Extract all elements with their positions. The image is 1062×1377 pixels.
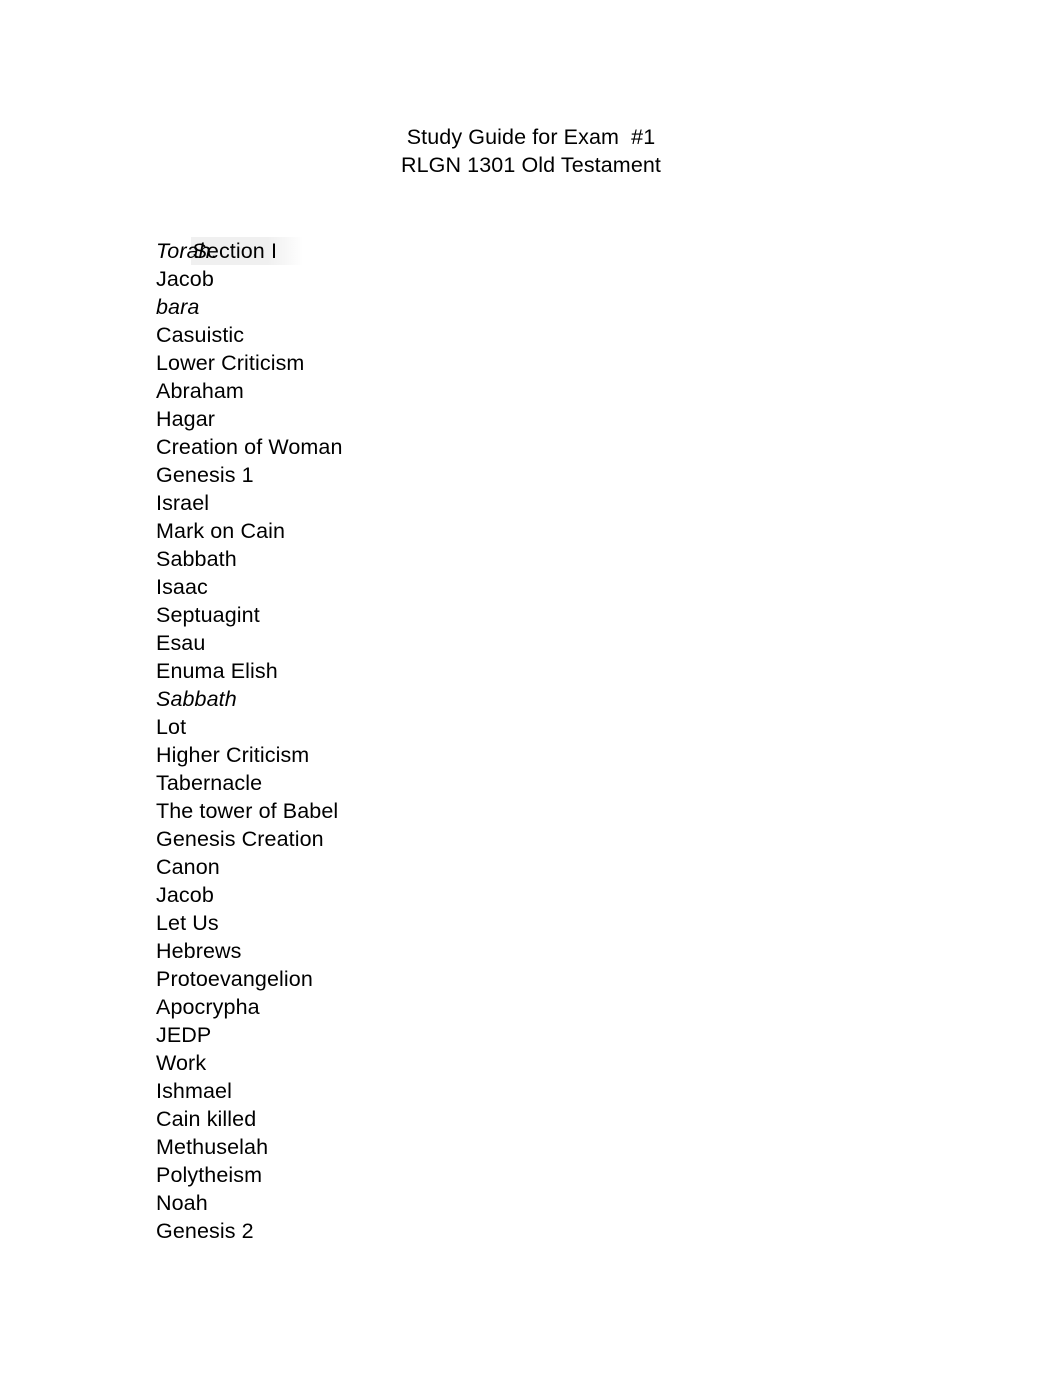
term-list-item: Protoevangelion — [156, 965, 856, 993]
term-rows-container: Torah. Jacob bara Casuistic Lower Criticism A… — [156, 237, 856, 1245]
section-heading-row: Section I — [156, 209, 856, 265]
term-label: Abraham — [156, 379, 244, 403]
term-list-item: Septuagint — [156, 601, 856, 629]
term-label: Apocrypha — [156, 995, 260, 1019]
term-label: Jacob — [156, 267, 214, 291]
term-list-item: Creation of Woman — [156, 433, 856, 461]
term-label: Genesis 2 — [156, 1219, 254, 1243]
term-list-item: Genesis 1 — [156, 461, 856, 489]
term-list-item: Let Us — [156, 909, 856, 937]
term-list-item: Casuistic — [156, 321, 856, 349]
term-list-item: Noah — [156, 1189, 856, 1217]
term-label: Creation of Woman — [156, 435, 343, 459]
term-label: Ishmael — [156, 1079, 232, 1103]
term-list-item: Methuselah — [156, 1133, 856, 1161]
term-list-item: Polytheism — [156, 1161, 856, 1189]
term-label: Hebrews — [156, 939, 242, 963]
term-list-item: Apocrypha — [156, 993, 856, 1021]
term-label: Noah — [156, 1191, 208, 1215]
term-label: Esau — [156, 631, 206, 655]
term-label: bara — [156, 295, 200, 319]
term-label: Higher Criticism — [156, 743, 310, 767]
term-list-item: Enuma Elish — [156, 657, 856, 685]
term-label: Genesis Creation — [156, 827, 324, 851]
term-list-item: Mark on Cain — [156, 517, 856, 545]
term-list-item: Lower Criticism — [156, 349, 856, 377]
term-label: Jacob — [156, 883, 214, 907]
term-label: Septuagint — [156, 603, 260, 627]
term-list-item: Cain killed — [156, 1105, 856, 1133]
term-list-item: Jacob — [156, 265, 856, 293]
term-list-item: Work — [156, 1049, 856, 1077]
term-label: Casuistic — [156, 323, 245, 347]
term-list-item: Genesis Creation — [156, 825, 856, 853]
term-label: The tower of Babel — [156, 799, 339, 823]
page-title-line-2: RLGN 1301 Old Testament — [400, 153, 662, 177]
term-label: Hagar — [156, 407, 216, 431]
term-label: Lower Criticism — [156, 351, 305, 375]
term-list-item: Ishmael — [156, 1077, 856, 1105]
term-label: Genesis 1 — [156, 463, 254, 487]
term-label: Lot — [156, 715, 187, 739]
term-label: Isaac — [156, 575, 208, 599]
term-label: Torah — [156, 239, 211, 263]
term-label: Canon — [156, 855, 220, 879]
term-list-item: Higher Criticism — [156, 741, 856, 769]
term-list-item: Hebrews — [156, 937, 856, 965]
page-title-line-1: Study Guide for Exam #1 — [406, 125, 656, 149]
document-title-block: Study Guide for Exam #1 RLGN 1301 Old Te… — [0, 123, 1062, 179]
term-label: Methuselah — [156, 1135, 269, 1159]
term-label: Sabbath — [156, 547, 237, 571]
term-list-item: Tabernacle — [156, 769, 856, 797]
term-label: Mark on Cain — [156, 519, 286, 543]
term-label: Enuma Elish — [156, 659, 278, 683]
term-list-item: The tower of Babel — [156, 797, 856, 825]
term-label: Israel — [156, 491, 210, 515]
term-list-item: bara — [156, 293, 856, 321]
term-list-item: Sabbath — [156, 545, 856, 573]
term-list-item: JEDP — [156, 1021, 856, 1049]
term-list-item: Israel — [156, 489, 856, 517]
term-label: Sabbath — [156, 687, 237, 711]
study-term-list: Section I Torah. Jacob bara Casuistic Lower … — [156, 209, 856, 1245]
term-label: Tabernacle — [156, 771, 263, 795]
term-list-item: Isaac — [156, 573, 856, 601]
term-label: JEDP — [156, 1023, 212, 1047]
document-page: Study Guide for Exam #1 RLGN 1301 Old Te… — [0, 0, 1062, 1377]
term-label: Let Us — [156, 911, 219, 935]
term-list-item: Abraham — [156, 377, 856, 405]
term-label: Polytheism — [156, 1163, 263, 1187]
term-list-item: Genesis 2 — [156, 1217, 856, 1245]
term-list-item: Esau — [156, 629, 856, 657]
term-list-item: Hagar — [156, 405, 856, 433]
term-list-item: Jacob — [156, 881, 856, 909]
term-list-item: Canon — [156, 853, 856, 881]
term-label: Protoevangelion — [156, 967, 313, 991]
term-label: Work — [156, 1051, 207, 1075]
term-label: Cain killed — [156, 1107, 257, 1131]
term-trailing-punctuation: . — [210, 239, 217, 263]
term-list-item: Sabbath — [156, 685, 856, 713]
term-list-item: Lot — [156, 713, 856, 741]
